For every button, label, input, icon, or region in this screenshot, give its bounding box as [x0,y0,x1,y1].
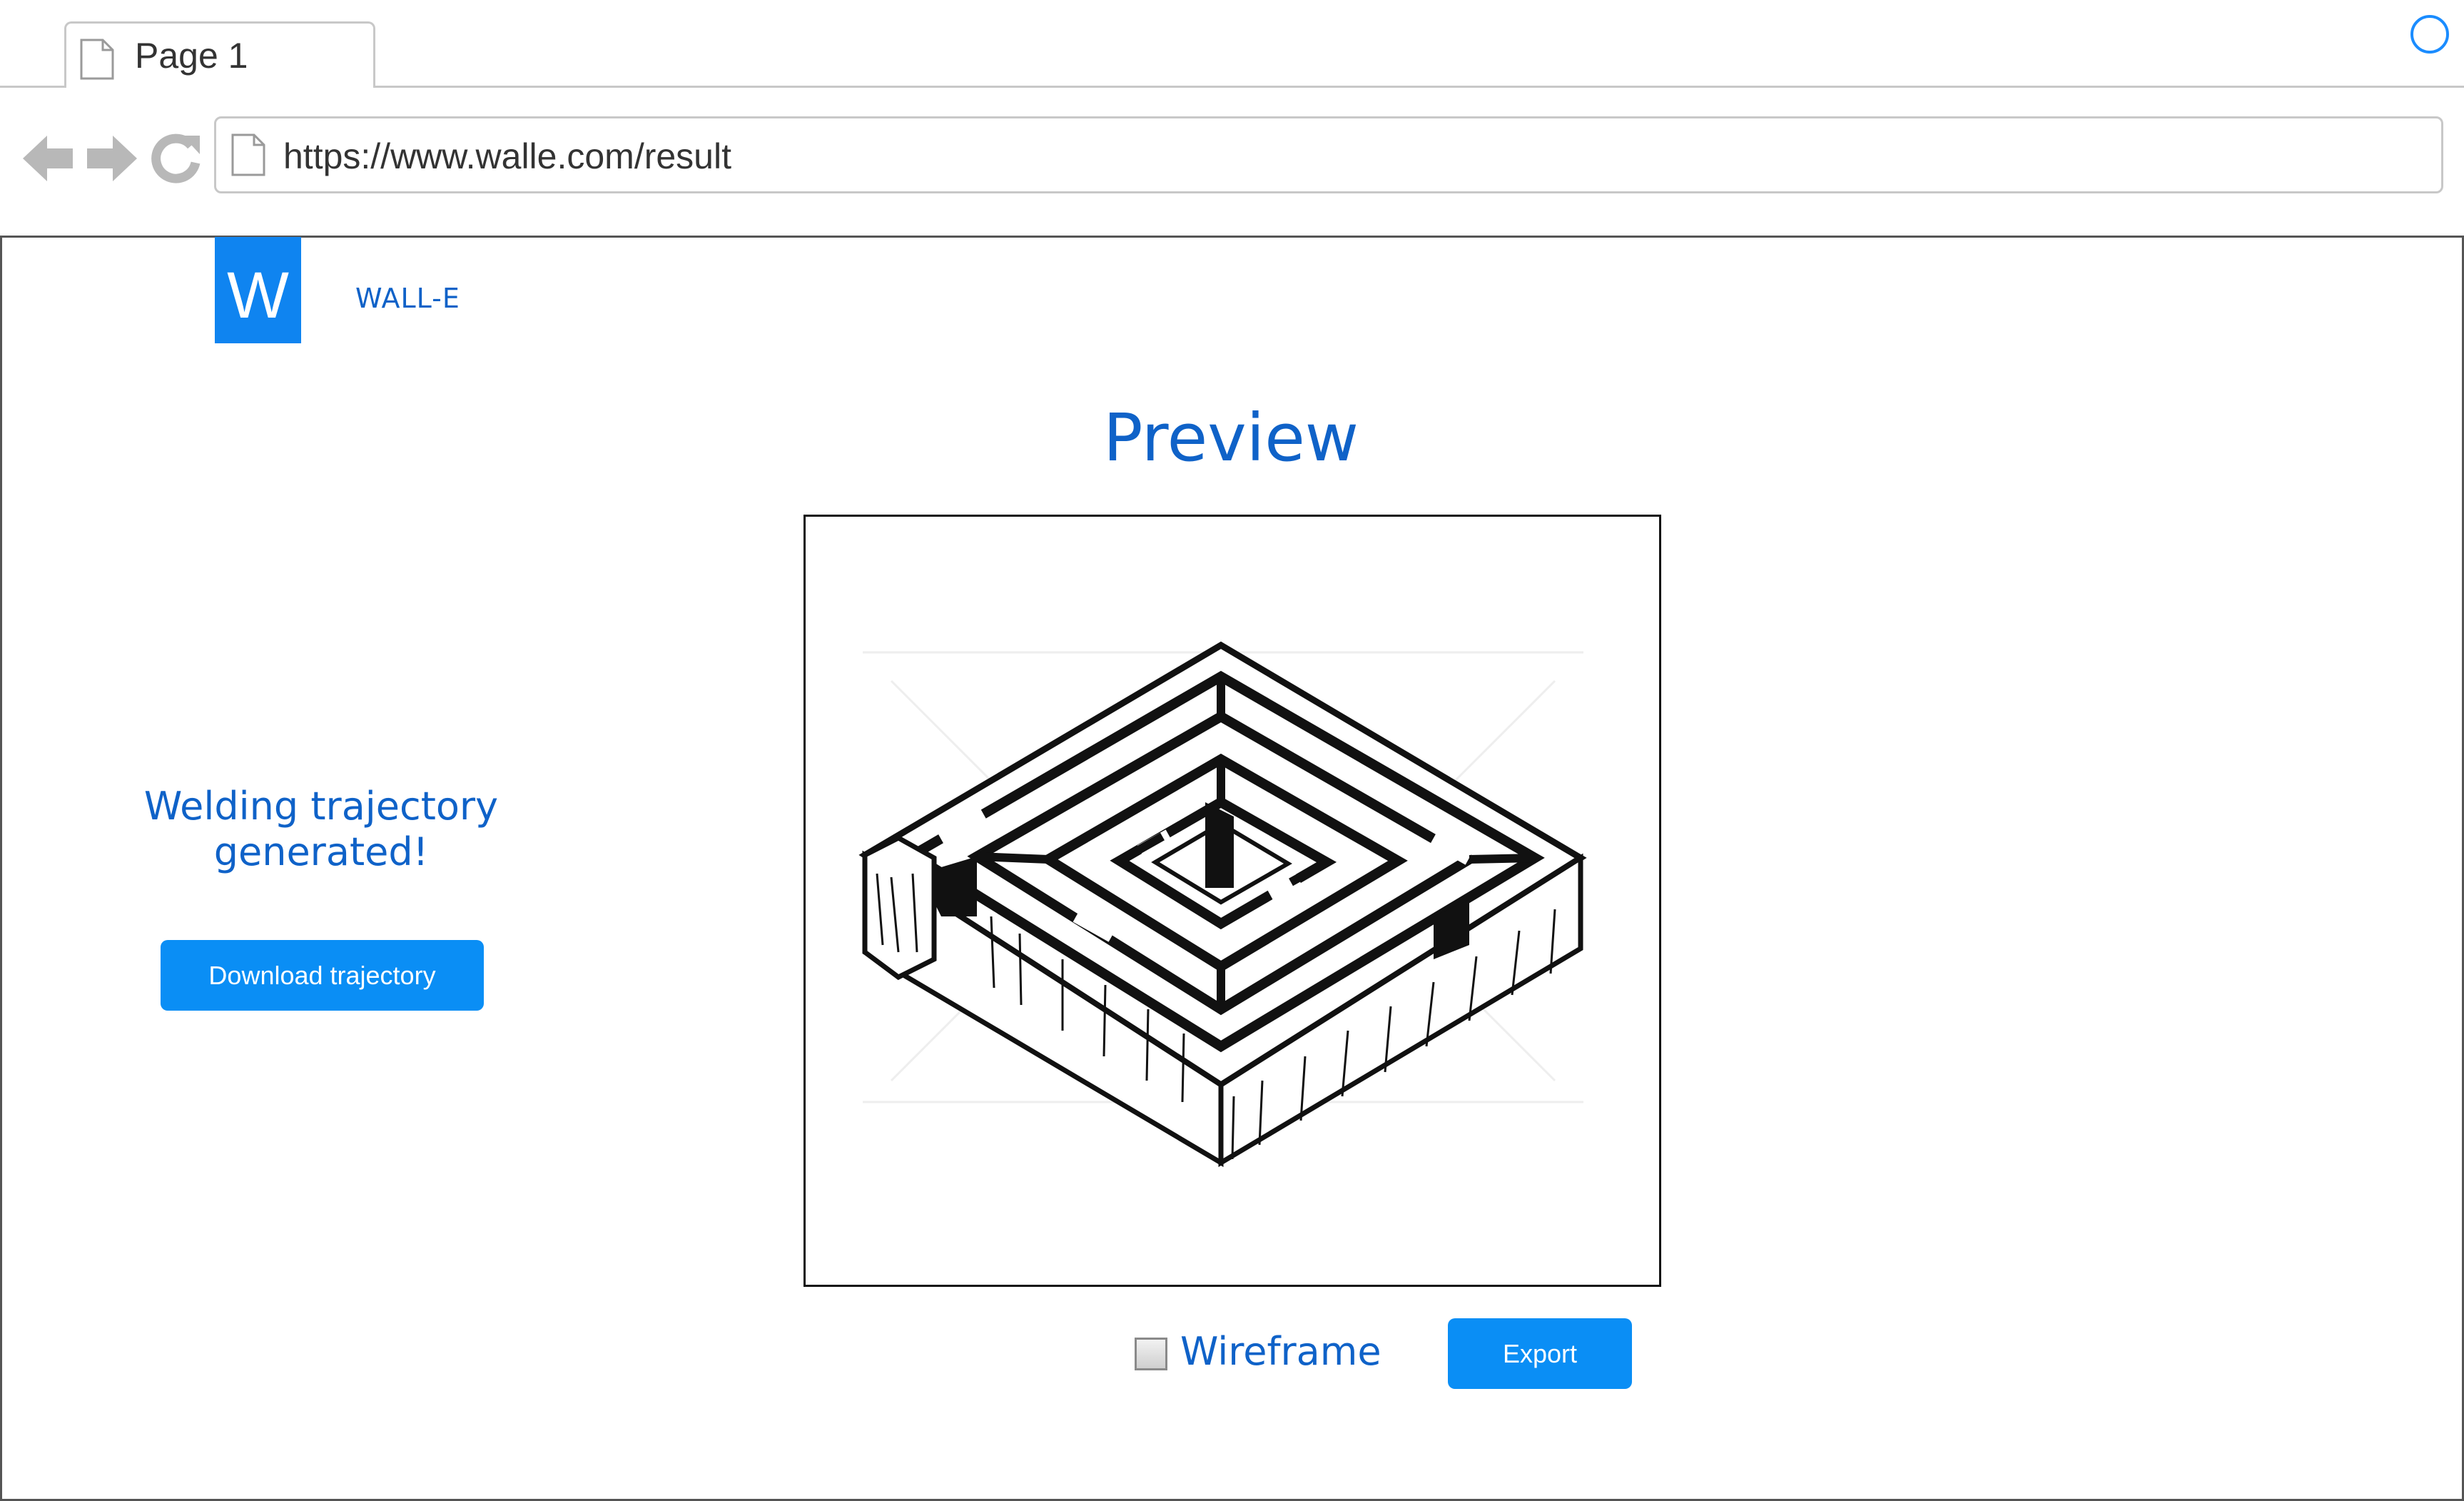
export-button[interactable]: Export [1448,1318,1632,1389]
arrow-right-icon [87,136,137,181]
logo-letter: W [227,259,289,332]
arrow-left-icon [23,136,73,181]
browser-tab[interactable]: Page 1 [64,21,375,88]
page-title: Preview [1102,400,1359,476]
status-message: Welding trajectory generated! [143,784,499,874]
maze-model-image [858,641,1587,1168]
download-trajectory-button[interactable]: Download trajectory [161,940,484,1011]
reload-icon [151,133,201,183]
document-icon [80,39,114,80]
wireframe-label[interactable]: Wireframe [1180,1329,1381,1374]
forward-button[interactable] [84,128,138,188]
wireframe-checkbox[interactable] [1135,1338,1167,1370]
preview-viewport[interactable] [803,515,1661,1287]
back-button[interactable] [21,128,76,188]
reload-button[interactable] [151,128,201,188]
brand-logo[interactable]: W [215,237,301,343]
window-control-icon[interactable] [2410,15,2449,54]
url-text: https://www.walle.com/result [283,136,731,176]
brand-name[interactable]: WALL-E [355,283,460,314]
page-icon [231,133,265,176]
browser-tab-bar: Page 1 [0,0,2464,89]
tab-title: Page 1 [135,36,248,76]
address-bar[interactable]: https://www.walle.com/result [214,116,2443,193]
